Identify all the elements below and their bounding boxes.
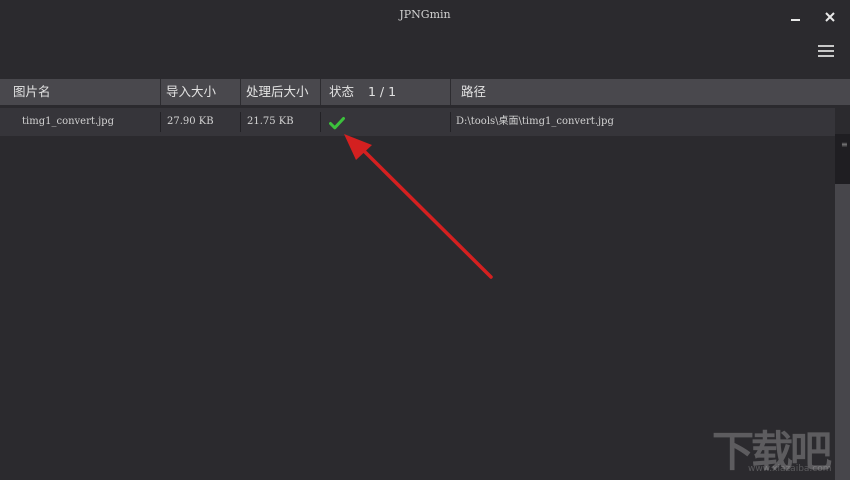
column-divider[interactable] — [240, 79, 241, 105]
cell-import-size: 27.90 KB — [167, 116, 214, 127]
column-divider[interactable] — [450, 79, 451, 105]
table-row[interactable]: timg1_convert.jpg 27.90 KB 21.75 KB D:\t… — [0, 108, 835, 136]
column-header-import-size[interactable]: 导入大小 — [166, 79, 216, 105]
hamburger-menu-button[interactable] — [816, 43, 836, 59]
column-header-path[interactable]: 路径 — [461, 79, 486, 105]
cell-status — [329, 114, 345, 130]
column-header-processed-size[interactable]: 处理后大小 — [246, 79, 309, 105]
title-bar: JPNGmin — [0, 0, 850, 34]
close-icon — [825, 12, 835, 22]
progress-count: 1 / 1 — [368, 84, 397, 99]
app-title: JPNGmin — [399, 8, 451, 21]
scroll-grip-icon: ≡ — [841, 140, 848, 149]
column-header-name[interactable]: 图片名 — [13, 79, 51, 105]
annotation-arrow — [344, 134, 493, 279]
cell-processed-size: 21.75 KB — [247, 116, 294, 127]
minimize-button[interactable] — [784, 6, 808, 28]
close-button[interactable] — [818, 6, 842, 28]
column-header-status[interactable]: 状态 — [329, 79, 354, 105]
watermark-url: www.xiazaiba.com — [748, 464, 832, 474]
vertical-scrollbar[interactable] — [835, 134, 850, 480]
success-check-icon — [329, 117, 345, 130]
minimize-icon — [791, 19, 800, 21]
hamburger-menu-icon — [818, 45, 834, 47]
cell-path: D:\tools\桌面\timg1_convert.jpg — [456, 116, 614, 127]
table-header: 图片名 导入大小 处理后大小 状态 1 / 1 路径 — [0, 79, 850, 105]
column-divider[interactable] — [160, 79, 161, 105]
cell-file-name: timg1_convert.jpg — [22, 116, 114, 127]
column-divider[interactable] — [320, 79, 321, 105]
